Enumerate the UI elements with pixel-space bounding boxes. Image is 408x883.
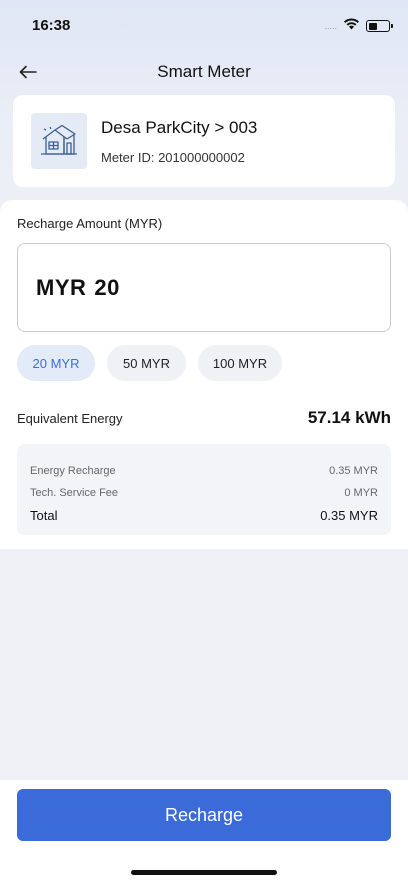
recharge-amount-label: Recharge Amount (MYR) — [17, 216, 163, 231]
equivalent-energy-label: Equivalent Energy — [17, 410, 123, 426]
recharge-panel: Recharge Amount (MYR) MYR 20 20 MYR 50 M… — [0, 200, 408, 549]
fee-row-energy-recharge: Energy Recharge 0.35 MYR — [30, 460, 378, 482]
home-indicator — [131, 870, 277, 875]
fee-row-total: Total 0.35 MYR — [30, 504, 378, 526]
signal-icon: ..... — [324, 21, 337, 31]
fee-breakdown: Energy Recharge 0.35 MYR Tech. Service F… — [17, 444, 391, 535]
amount-currency: MYR — [36, 274, 87, 300]
equivalent-energy-row: Equivalent Energy 57.14 kWh — [17, 408, 391, 428]
status-time: 16:38 — [32, 16, 71, 34]
arrow-left-icon[interactable] — [16, 60, 40, 84]
total-value: 0.35 MYR — [320, 507, 378, 523]
battery-icon — [366, 20, 393, 32]
property-name: Desa ParkCity > 003 — [101, 117, 258, 137]
fee-label: Tech. Service Fee — [30, 487, 119, 499]
meter-id: Meter ID: 201000000002 — [101, 149, 245, 165]
amount-value: 20 — [94, 274, 120, 300]
property-card: Desa ParkCity > 003 Meter ID: 2010000000… — [13, 95, 395, 187]
status-bar: 16:38 ..... — [0, 0, 408, 52]
fee-value: 0 MYR — [344, 487, 378, 499]
footer: Recharge — [0, 780, 408, 883]
property-info: Desa ParkCity > 003 Meter ID: 2010000000… — [101, 118, 257, 165]
amount-option-50[interactable]: 50 MYR — [107, 345, 186, 381]
recharge-button[interactable]: Recharge — [17, 789, 391, 841]
wifi-icon — [343, 17, 360, 35]
nav-bar: Smart Meter — [0, 52, 408, 92]
fee-value: 0.35 MYR — [329, 465, 378, 477]
amount-option-20[interactable]: 20 MYR — [17, 345, 95, 381]
equivalent-energy-value: 57.14 kWh — [307, 408, 391, 427]
house-icon — [31, 113, 87, 169]
amount-option-100[interactable]: 100 MYR — [198, 345, 282, 381]
fee-label: Energy Recharge — [30, 465, 116, 477]
amount-input[interactable]: MYR 20 — [17, 243, 391, 332]
amount-options: 20 MYR 50 MYR 100 MYR — [17, 345, 282, 381]
status-icons: ..... — [324, 17, 393, 35]
total-label: Total — [30, 507, 58, 523]
page-title: Smart Meter — [157, 62, 251, 81]
fee-row-service-fee: Tech. Service Fee 0 MYR — [30, 482, 378, 504]
